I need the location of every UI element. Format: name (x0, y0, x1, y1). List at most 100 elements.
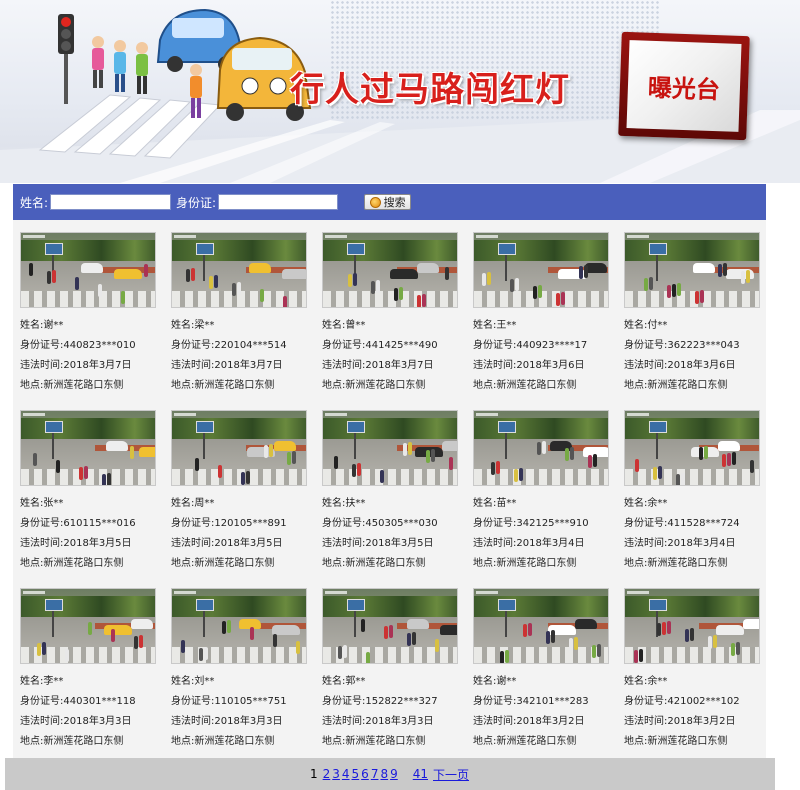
record-violation-time: 违法时间:2018年3月5日 (322, 534, 455, 554)
record-violation-time: 违法时间:2018年3月7日 (171, 356, 304, 376)
record-violation-time-label: 违法时间: (171, 538, 215, 549)
violation-photo[interactable] (624, 232, 760, 308)
page-link-5[interactable]: 5 (352, 767, 360, 781)
name-input[interactable] (50, 194, 172, 210)
violation-record-card: 姓名:余** 身份证号:411528***724 违法时间:2018年3月4日 地点:… (617, 410, 760, 574)
page-link-6[interactable]: 6 (361, 767, 369, 781)
record-name-value: 刘** (194, 676, 215, 687)
record-location-label: 地点: (20, 380, 44, 391)
record-violation-time: 违法时间:2018年3月3日 (171, 712, 304, 732)
violation-photo[interactable] (473, 410, 609, 486)
record-name-value: 谢** (496, 676, 517, 687)
record-id-number-label: 身份证号: (20, 518, 64, 529)
page-link-3[interactable]: 3 (332, 767, 340, 781)
record-id-number-label: 身份证号: (20, 696, 64, 707)
violation-photo[interactable] (322, 588, 458, 664)
record-name-label: 姓名: (473, 676, 497, 687)
record-id-number-label: 身份证号: (624, 696, 668, 707)
violation-photo[interactable] (473, 232, 609, 308)
violation-photo[interactable] (171, 588, 307, 664)
record-name-label: 姓名: (473, 320, 497, 331)
page-link-9[interactable]: 9 (390, 767, 398, 781)
record-violation-time-label: 违法时间: (473, 360, 517, 371)
page-link-8[interactable]: 8 (380, 767, 388, 781)
record-name-label: 姓名: (20, 498, 44, 509)
violation-photo[interactable] (171, 232, 307, 308)
violation-photo[interactable] (20, 588, 156, 664)
search-button[interactable]: 搜索 (364, 194, 412, 210)
record-location-value: 新洲莲花路口东侧 (345, 558, 426, 569)
violation-photo[interactable] (473, 588, 609, 664)
record-location: 地点:新洲莲花路口东侧 (624, 554, 757, 574)
record-violation-time: 违法时间:2018年3月5日 (20, 534, 153, 554)
record-id-number: 身份证号:440301***118 (20, 692, 153, 712)
exposure-platform-text: 曝光台 (647, 72, 721, 104)
record-id-number-value: 411528***724 (667, 518, 740, 529)
record-id-number-label: 身份证号: (624, 518, 668, 529)
last-page-link[interactable]: 41 (413, 767, 428, 781)
page-link-4[interactable]: 4 (342, 767, 350, 781)
record-violation-time-label: 违法时间: (322, 360, 366, 371)
record-violation-time-label: 违法时间: (473, 538, 517, 549)
record-id-number-value: 110105***751 (214, 696, 287, 707)
record-id-number-label: 身份证号: (473, 340, 517, 351)
record-id-number-value: 440301***118 (63, 696, 136, 707)
violation-photo[interactable] (624, 410, 760, 486)
record-violation-time-label: 违法时间: (171, 716, 215, 727)
record-violation-time-label: 违法时间: (624, 716, 668, 727)
pagination: 1 2 3 4 5 6 7 8 9 41 下一页 (5, 758, 775, 790)
page-link-2[interactable]: 2 (323, 767, 331, 781)
id-number-input[interactable] (218, 194, 339, 210)
record-name: 姓名:张** (20, 494, 153, 514)
record-violation-time: 违法时间:2018年3月3日 (322, 712, 455, 732)
record-name-value: 苗** (496, 498, 517, 509)
record-location-label: 地点: (473, 558, 497, 569)
record-location-label: 地点: (322, 558, 346, 569)
violation-record-card: 姓名:谢** 身份证号:440823***010 违法时间:2018年3月7日 地点:… (13, 232, 156, 396)
record-location: 地点:新洲莲花路口东侧 (20, 554, 153, 574)
record-id-number: 身份证号:440823***010 (20, 336, 153, 356)
record-location-label: 地点: (322, 380, 346, 391)
violation-photo[interactable] (322, 232, 458, 308)
record-violation-time-value: 2018年3月7日 (63, 360, 132, 371)
violation-photo[interactable] (624, 588, 760, 664)
record-id-number: 身份证号:120105***891 (171, 514, 304, 534)
record-name-value: 谢** (43, 320, 64, 331)
record-violation-time: 违法时间:2018年3月2日 (473, 712, 606, 732)
record-location-value: 新洲莲花路口东侧 (43, 558, 124, 569)
violation-record-card: 姓名:余** 身份证号:421002***102 违法时间:2018年3月2日 地点:… (617, 588, 760, 752)
record-name-label: 姓名: (20, 676, 44, 687)
record-id-number-value: 362223***043 (667, 340, 740, 351)
record-name: 姓名:谢** (473, 672, 606, 692)
record-name-value: 余** (647, 676, 668, 687)
record-id-number: 身份证号:110105***751 (171, 692, 304, 712)
record-name: 姓名:曾** (322, 316, 455, 336)
id-label: 身份证: (176, 195, 217, 210)
record-violation-time-label: 违法时间: (322, 538, 366, 549)
violation-record-card: 姓名:扶** 身份证号:450305***030 违法时间:2018年3月5日 地点:… (315, 410, 458, 574)
record-location: 地点:新洲莲花路口东侧 (171, 554, 304, 574)
record-id-number: 身份证号:440923****17 (473, 336, 606, 356)
next-page-link[interactable]: 下一页 (433, 766, 469, 783)
page-link-7[interactable]: 7 (371, 767, 379, 781)
record-id-number-value: 120105***891 (214, 518, 287, 529)
record-id-number: 身份证号:610115***016 (20, 514, 153, 534)
record-name: 姓名:王** (473, 316, 606, 336)
record-id-number-value: 440923****17 (516, 340, 588, 351)
violation-photo[interactable] (171, 410, 307, 486)
violation-record-card: 姓名:张** 身份证号:610115***016 违法时间:2018年3月5日 地点:… (13, 410, 156, 574)
record-violation-time: 违法时间:2018年3月7日 (20, 356, 153, 376)
violation-photo[interactable] (20, 232, 156, 308)
record-violation-time-value: 2018年3月5日 (63, 538, 132, 549)
record-name: 姓名:刘** (171, 672, 304, 692)
record-location: 地点:新洲莲花路口东侧 (171, 732, 304, 752)
record-violation-time: 违法时间:2018年3月2日 (624, 712, 757, 732)
record-name-label: 姓名: (624, 676, 648, 687)
search-bar: 姓名: 身份证: 搜索 (13, 184, 766, 220)
record-name-value: 付** (647, 320, 668, 331)
violation-photo[interactable] (322, 410, 458, 486)
record-id-number: 身份证号:152822***327 (322, 692, 455, 712)
record-name: 姓名:梁** (171, 316, 304, 336)
violation-photo[interactable] (20, 410, 156, 486)
record-violation-time-value: 2018年3月2日 (516, 716, 585, 727)
